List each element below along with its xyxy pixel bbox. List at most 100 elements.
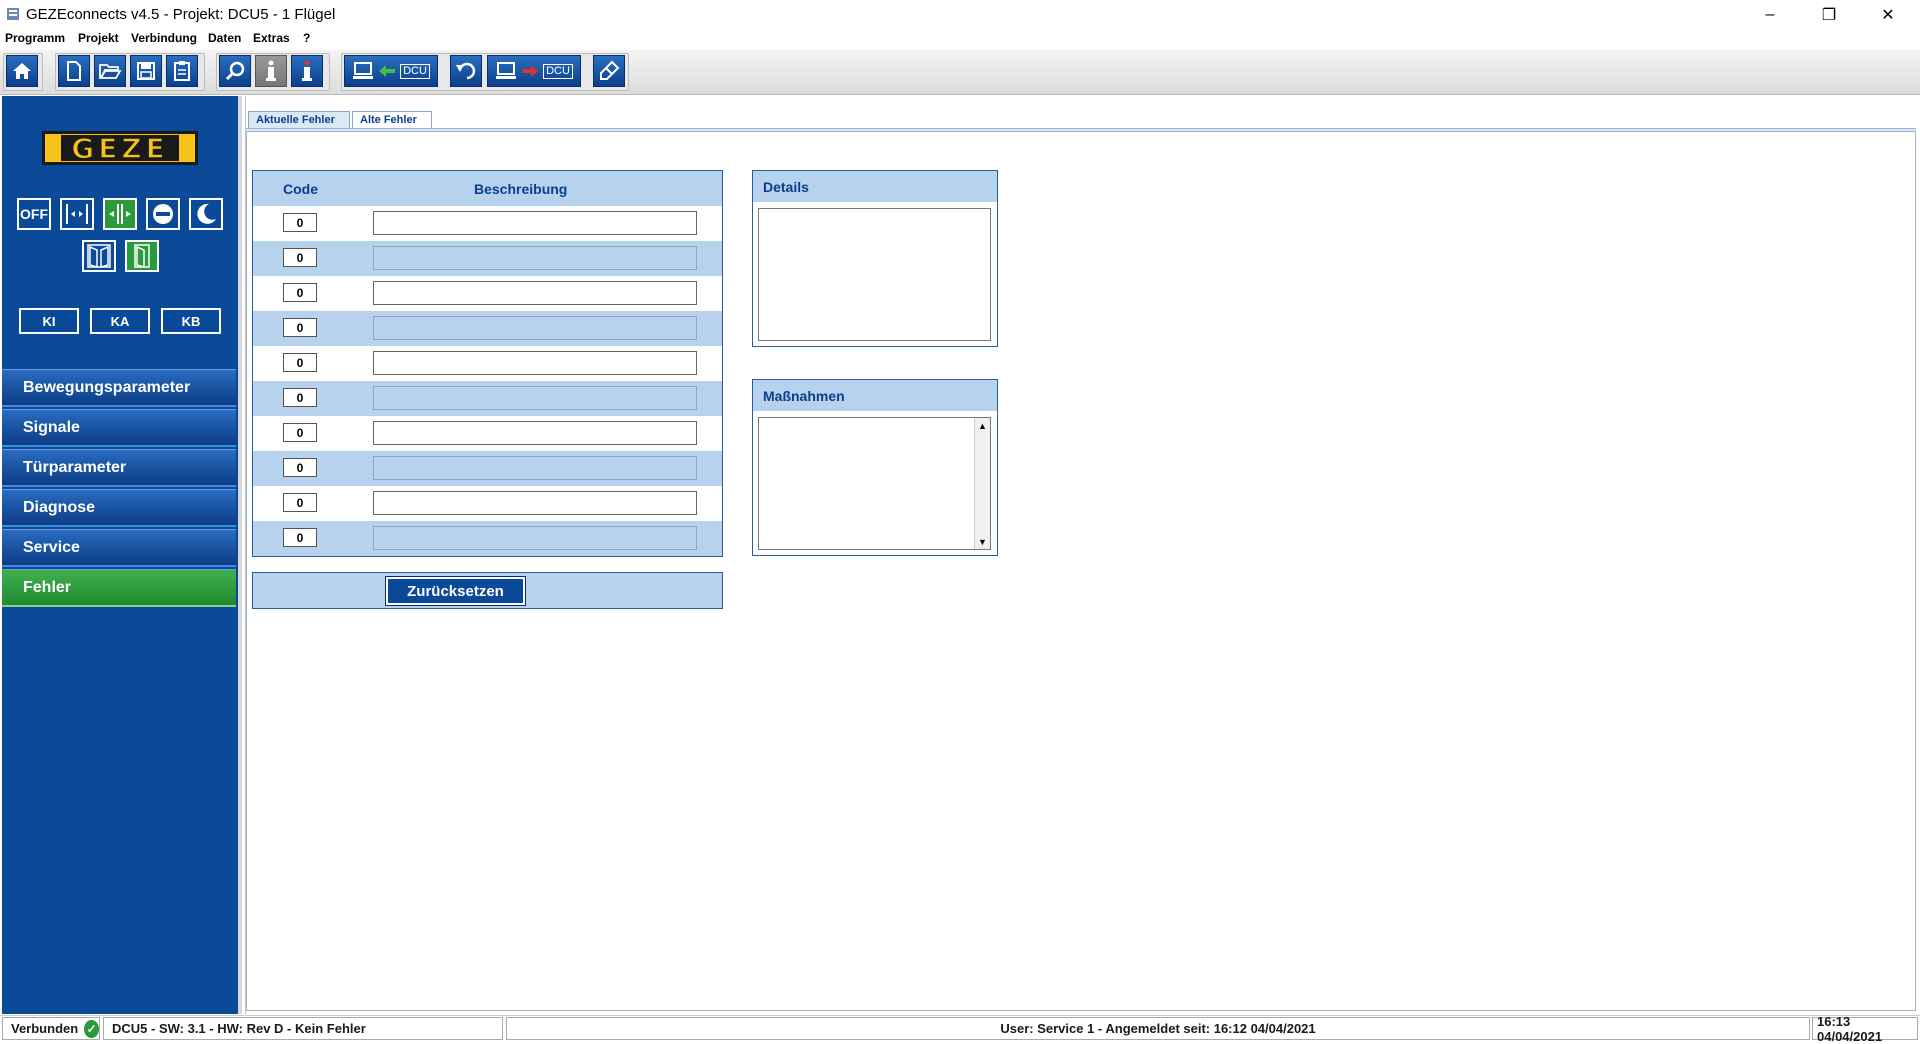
error-description-field[interactable] xyxy=(373,386,697,410)
reset-button[interactable]: Zurücksetzen xyxy=(385,576,526,606)
mode-open-button[interactable] xyxy=(60,198,94,230)
open-folder-button[interactable] xyxy=(94,55,126,87)
eraser-icon xyxy=(600,60,620,80)
details-text-area[interactable] xyxy=(758,208,991,341)
error-code-field: 0 xyxy=(283,528,317,547)
measures-text-area[interactable]: ▲ ▼ xyxy=(758,417,991,550)
connection-status-label: Verbunden xyxy=(11,1021,79,1036)
save-icon xyxy=(137,62,155,80)
computer-icon xyxy=(496,62,517,79)
info-icon xyxy=(266,60,276,81)
error-description-field[interactable] xyxy=(373,456,697,480)
scroll-up-icon[interactable]: ▲ xyxy=(975,418,990,433)
nav-bewegungsparameter[interactable]: Bewegungsparameter xyxy=(2,369,236,407)
dcu-label: DCU xyxy=(400,63,430,79)
error-code-field: 0 xyxy=(283,353,317,372)
error-description-field[interactable] xyxy=(373,246,697,270)
write-to-dcu-button[interactable]: DCU xyxy=(487,55,581,87)
restore-button[interactable]: ❐ xyxy=(1806,0,1852,30)
error-row: 0 xyxy=(253,276,722,311)
menu-help[interactable]: ? xyxy=(303,31,310,45)
details-panel: Details xyxy=(752,170,998,347)
error-description-field[interactable] xyxy=(373,351,697,375)
measures-title: Maßnahmen xyxy=(763,387,845,404)
menu-projekt[interactable]: Projekt xyxy=(78,31,119,45)
error-row: 0 xyxy=(253,311,722,346)
close-button[interactable]: ✕ xyxy=(1865,0,1911,30)
arrow-right-red-icon xyxy=(522,65,539,77)
details-header: Details xyxy=(753,171,997,202)
search-icon xyxy=(225,61,245,81)
error-code-field: 0 xyxy=(283,283,317,302)
nav-service[interactable]: Service xyxy=(2,529,236,567)
mode-closed-button[interactable] xyxy=(146,198,180,230)
mode-auto-button[interactable] xyxy=(103,198,137,230)
info-button[interactable] xyxy=(255,55,287,87)
undo-button[interactable] xyxy=(450,55,482,87)
details-title: Details xyxy=(763,178,809,195)
error-row: 0 xyxy=(253,346,722,381)
menu-daten[interactable]: Daten xyxy=(208,31,241,45)
error-code-field: 0 xyxy=(283,423,317,442)
error-description-field[interactable] xyxy=(373,491,697,515)
description-column-header: Beschreibung xyxy=(474,181,568,197)
sidebar-divider xyxy=(238,96,242,1014)
geze-logo: GEZE xyxy=(42,131,198,165)
error-code-field: 0 xyxy=(283,388,317,407)
read-from-dcu-button[interactable]: DCU xyxy=(344,55,438,87)
new-file-icon xyxy=(67,61,81,81)
logo-text: GEZE xyxy=(70,131,169,166)
minimize-button[interactable]: – xyxy=(1747,0,1793,30)
computer-icon xyxy=(353,62,374,79)
kb-button[interactable]: KB xyxy=(161,308,221,334)
clipboard-button[interactable] xyxy=(166,55,198,87)
error-row: 0 xyxy=(253,206,722,241)
error-row: 0 xyxy=(253,451,722,486)
title-bar: GEZEconnects v4.5 - Projekt: DCU5 - 1 Fl… xyxy=(0,0,1920,30)
error-code-field: 0 xyxy=(283,458,317,477)
app-icon xyxy=(7,8,19,20)
erase-button[interactable] xyxy=(593,55,625,87)
tab-alte-fehler[interactable]: Alte Fehler xyxy=(352,111,432,128)
error-row: 0 xyxy=(253,416,722,451)
error-row: 0 xyxy=(253,381,722,416)
mode-night-button[interactable] xyxy=(189,198,223,230)
info-alert-button[interactable] xyxy=(291,55,323,87)
dcu-label: DCU xyxy=(543,63,573,79)
nav-signale[interactable]: Signale xyxy=(2,409,236,447)
user-status: User: Service 1 - Angemeldet seit: 16:12… xyxy=(506,1017,1810,1040)
new-file-button[interactable] xyxy=(58,55,90,87)
mode-single-door-button[interactable] xyxy=(125,240,159,272)
error-description-field[interactable] xyxy=(373,316,697,340)
error-description-field[interactable] xyxy=(373,211,697,235)
mode-off-button[interactable]: OFF xyxy=(17,198,51,230)
menu-extras[interactable]: Extras xyxy=(253,31,290,45)
error-description-field[interactable] xyxy=(373,281,697,305)
ki-button[interactable]: KI xyxy=(19,308,79,334)
mode-double-door-button[interactable] xyxy=(82,240,116,272)
scroll-down-icon[interactable]: ▼ xyxy=(975,534,990,549)
single-door-icon xyxy=(134,244,150,268)
measures-scrollbar[interactable]: ▲ ▼ xyxy=(974,418,990,549)
door-open-icon xyxy=(66,204,88,224)
ka-button[interactable]: KA xyxy=(90,308,150,334)
menu-programm[interactable]: Programm xyxy=(5,31,65,45)
tab-aktuelle-fehler[interactable]: Aktuelle Fehler xyxy=(248,111,350,128)
nav-diagnose[interactable]: Diagnose xyxy=(2,489,236,527)
undo-icon xyxy=(456,62,476,80)
nav-fehler[interactable]: Fehler xyxy=(2,569,236,607)
connection-status: Verbunden ✓ xyxy=(2,1017,100,1040)
window-title: GEZEconnects v4.5 - Projekt: DCU5 - 1 Fl… xyxy=(26,6,336,23)
save-button[interactable] xyxy=(130,55,162,87)
measures-panel: Maßnahmen ▲ ▼ xyxy=(752,379,998,556)
home-icon xyxy=(13,63,31,79)
menu-verbindung[interactable]: Verbindung xyxy=(131,31,197,45)
error-description-field[interactable] xyxy=(373,421,697,445)
error-code-field: 0 xyxy=(283,318,317,337)
search-button[interactable] xyxy=(219,55,251,87)
code-column-header: Code xyxy=(283,181,318,197)
error-description-field[interactable] xyxy=(373,526,697,550)
home-button[interactable] xyxy=(6,55,38,87)
info-alert-icon xyxy=(302,60,312,81)
nav-tuerparameter[interactable]: Türparameter xyxy=(2,449,236,487)
